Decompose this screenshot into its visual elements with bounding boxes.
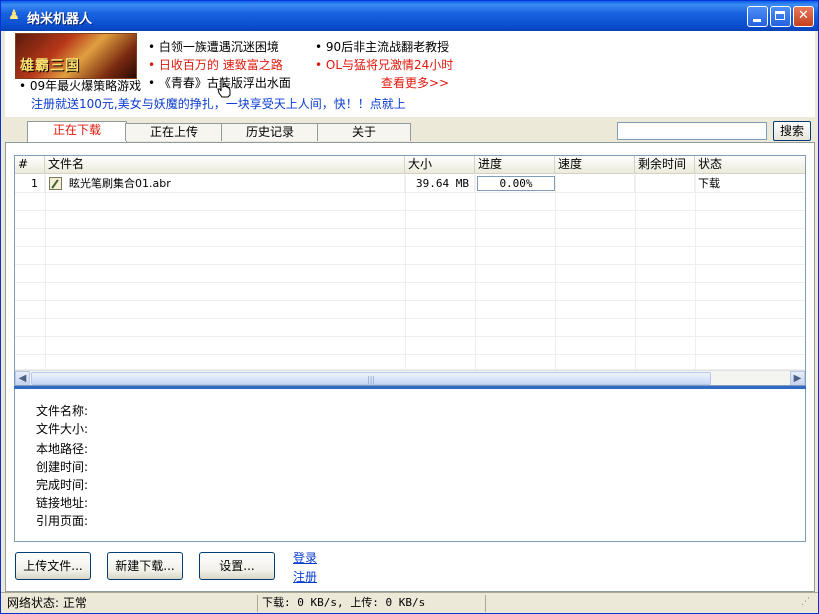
col-divider <box>475 174 476 370</box>
settings-button[interactable]: 设置... <box>199 552 275 580</box>
file-icon <box>49 177 62 190</box>
minimize-button[interactable] <box>747 6 768 27</box>
table-row[interactable]: 1 眩光笔刷集合01.abr 39.64 MB 0.00% 下载 <box>15 175 805 193</box>
col-divider <box>635 174 636 370</box>
robot-app-icon: ♟ <box>8 8 20 23</box>
search-button[interactable]: 搜索 <box>773 121 811 141</box>
login-link[interactable]: 登录 <box>293 549 317 566</box>
ad-link-5[interactable]: • OL与猛将兄激情24小时 <box>315 56 453 73</box>
col-divider <box>45 174 46 370</box>
resize-grip-icon[interactable]: ⋰ <box>801 598 810 607</box>
tab-about[interactable]: 关于 <box>317 123 411 141</box>
label-local-path: 本地路径: <box>36 442 89 456</box>
col-header-filename[interactable]: 文件名 <box>45 156 405 174</box>
col-divider <box>405 174 406 370</box>
label-file-name: 文件名称: <box>36 404 89 418</box>
horizontal-scrollbar[interactable]: ◀ ||| ▶ <box>15 370 805 385</box>
row-filename: 眩光笔刷集合01.abr <box>69 175 405 193</box>
row-index: 1 <box>15 175 45 193</box>
empty-row <box>15 229 805 247</box>
see-more-link[interactable]: 查看更多>> <box>381 74 449 91</box>
tab-history[interactable]: 历史记录 <box>221 123 319 141</box>
ad-link-4[interactable]: • 90后非主流战翻老教授 <box>315 38 449 55</box>
banner-caption-link[interactable]: • 09年最火爆策略游戏 <box>19 77 141 94</box>
minimize-icon <box>753 19 761 22</box>
label-link-url: 链接地址: <box>36 496 89 510</box>
scroll-thumb[interactable]: ||| <box>31 372 711 385</box>
close-button[interactable]: ✕ <box>793 6 814 27</box>
col-divider <box>555 174 556 370</box>
window-title: 纳米机器人 <box>27 12 93 27</box>
list-header: # 文件名 大小 进度 速度 剩余时间 状态 <box>15 156 805 174</box>
col-divider <box>695 174 696 370</box>
maximize-button[interactable] <box>770 6 791 27</box>
tab-bar: 正在下载 正在上传 历史记录 关于 搜索 <box>5 119 815 143</box>
row-progress-bar: 0.00% <box>477 176 555 191</box>
close-icon: ✕ <box>798 8 809 23</box>
label-completed-time: 完成时间: <box>36 478 89 492</box>
register-link[interactable]: 注册 <box>293 568 317 585</box>
new-download-button[interactable]: 新建下载... <box>107 552 183 580</box>
tab-downloading[interactable]: 正在下载 <box>27 121 127 142</box>
game-banner[interactable]: 雄霸三国 <box>15 33 137 79</box>
empty-row <box>15 301 805 319</box>
scroll-right-arrow[interactable]: ▶ <box>790 371 805 385</box>
search-input[interactable] <box>617 122 767 140</box>
maximize-icon <box>775 11 785 20</box>
hand-cursor-icon <box>217 78 231 98</box>
banner-logo-text: 雄霸三国 <box>20 58 80 74</box>
row-size: 39.64 MB <box>405 175 475 193</box>
ad-link-1[interactable]: • 白领一族遭遇沉迷困境 <box>148 38 279 55</box>
upload-file-button[interactable]: 上传文件... <box>15 552 91 580</box>
empty-row <box>15 211 805 229</box>
title-bar[interactable]: ♟ 纳米机器人 ✕ <box>1 1 818 31</box>
empty-row <box>15 247 805 265</box>
main-window: ♟ 纳米机器人 ✕ 雄霸三国 • 09年最火爆策略游戏 • 白领一族遭遇沉迷困境… <box>0 0 819 614</box>
download-list: # 文件名 大小 进度 速度 剩余时间 状态 1 眩光笔刷集合01.abr 39… <box>14 155 806 386</box>
status-bar: 网络状态: 正常 下载: 0 KB/s, 上传: 0 KB/s ⋰ <box>1 592 818 613</box>
tab-uploading[interactable]: 正在上传 <box>125 123 223 141</box>
col-header-index[interactable]: # <box>15 156 45 174</box>
col-header-progress[interactable]: 进度 <box>475 156 555 174</box>
label-referer-page: 引用页面: <box>36 514 89 528</box>
col-header-speed[interactable]: 速度 <box>555 156 635 174</box>
network-status: 网络状态: 正常 <box>7 596 87 610</box>
col-header-status[interactable]: 状态 <box>695 156 805 174</box>
col-header-size[interactable]: 大小 <box>405 156 475 174</box>
empty-row <box>15 265 805 283</box>
col-header-remaining[interactable]: 剩余时间 <box>635 156 695 174</box>
transfer-speed-status: 下载: 0 KB/s, 上传: 0 KB/s <box>257 595 485 612</box>
scroll-left-arrow[interactable]: ◀ <box>15 371 30 385</box>
empty-row <box>15 193 805 211</box>
empty-row <box>15 355 805 370</box>
ad-panel: 雄霸三国 • 09年最火爆策略游戏 • 白领一族遭遇沉迷困境 • 日收百万的 速… <box>5 31 815 117</box>
scroll-grip-icon: ||| <box>367 375 376 384</box>
label-file-size: 文件大小: <box>36 422 89 436</box>
file-details-panel: 文件名称: 文件大小: 本地路径: 创建时间: 完成时间: 链接地址: 引用页面… <box>14 389 806 542</box>
row-status: 下载 <box>698 177 720 190</box>
empty-row <box>15 283 805 301</box>
row-remaining <box>635 175 695 193</box>
label-created-time: 创建时间: <box>36 460 89 474</box>
empty-row <box>15 337 805 355</box>
content-frame: # 文件名 大小 进度 速度 剩余时间 状态 1 眩光笔刷集合01.abr 39… <box>5 142 815 592</box>
ad-link-2[interactable]: • 日收百万的 速致富之路 <box>148 56 283 73</box>
row-speed <box>555 175 635 193</box>
status-pane-empty <box>485 595 795 612</box>
empty-row <box>15 319 805 337</box>
